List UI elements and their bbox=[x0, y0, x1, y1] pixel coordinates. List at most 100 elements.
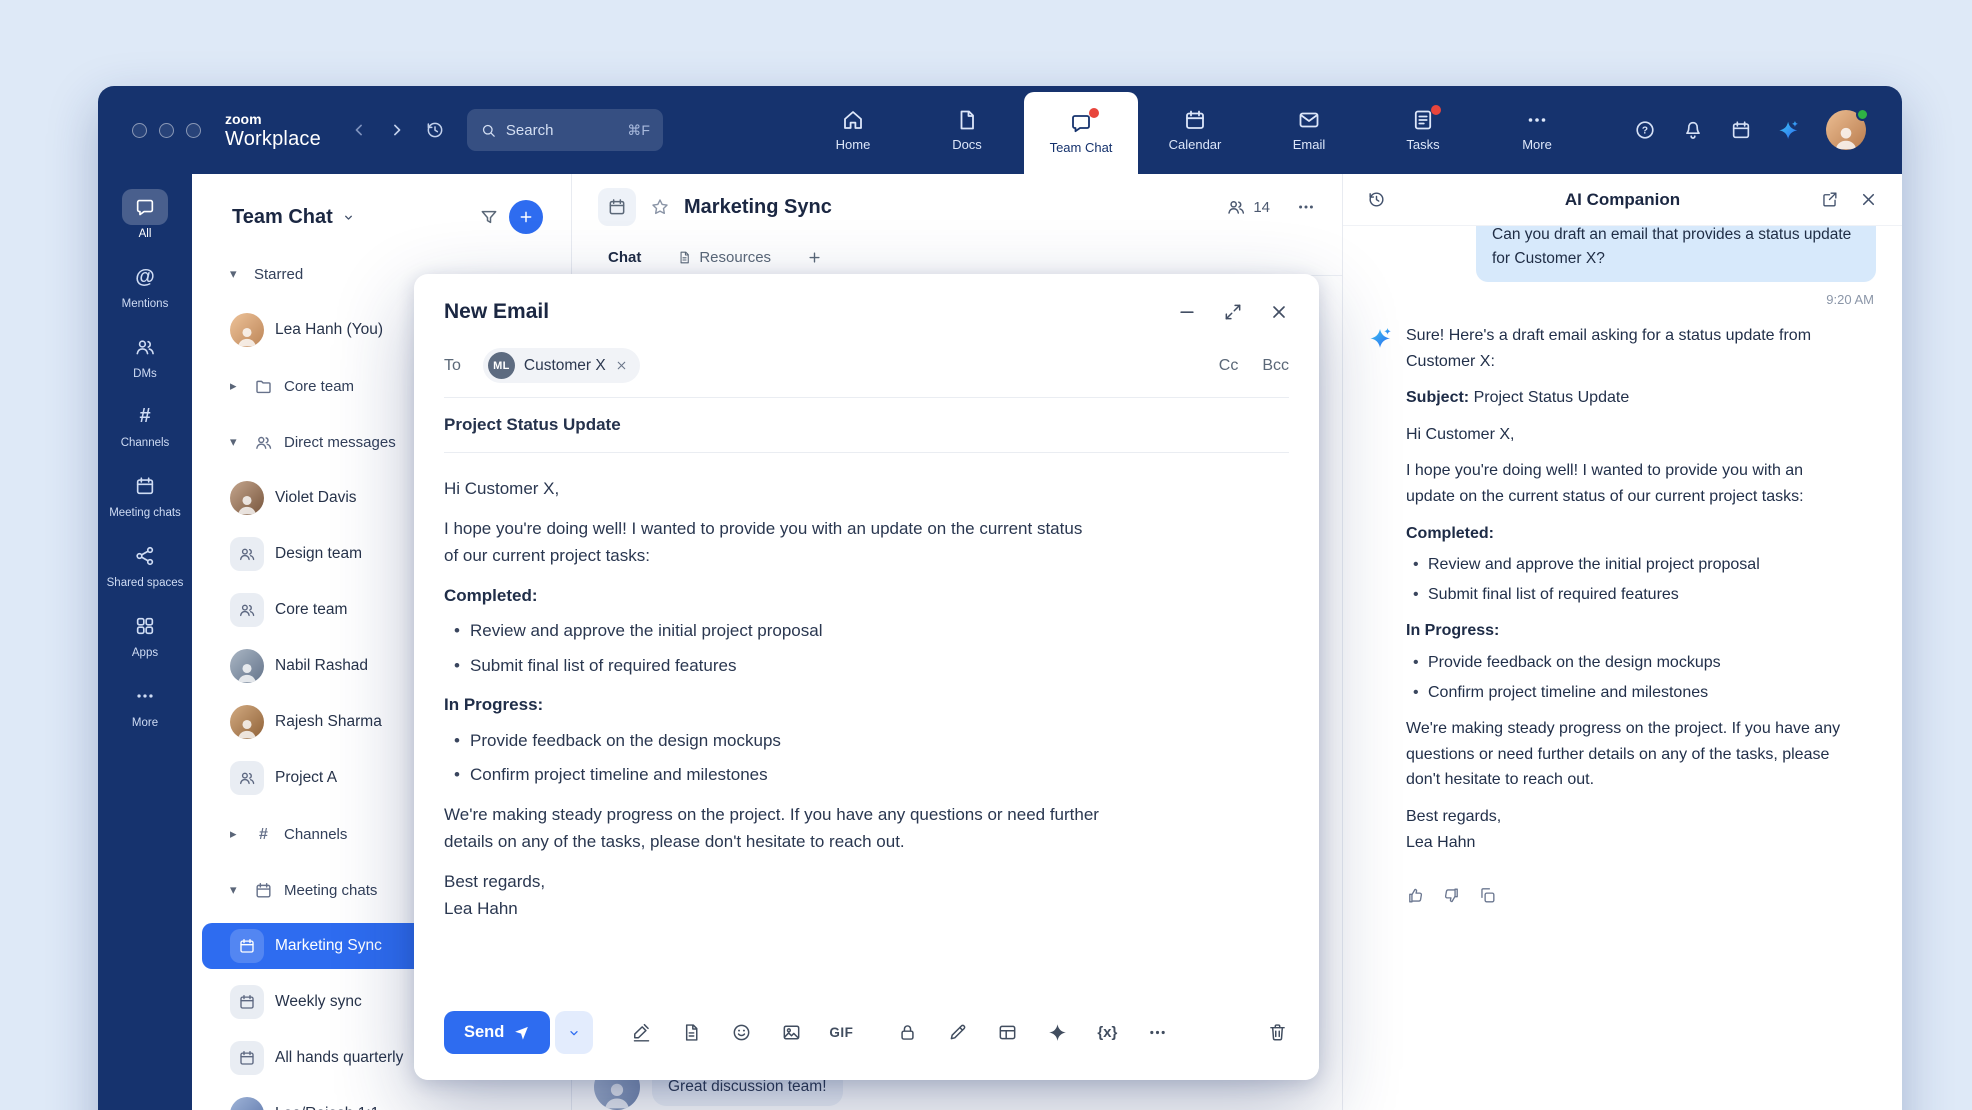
send-button[interactable]: Send bbox=[444, 1011, 550, 1054]
help-icon[interactable] bbox=[1634, 119, 1656, 141]
rail-item-apps[interactable]: Apps bbox=[101, 603, 189, 666]
people-icon bbox=[238, 601, 256, 619]
ai-history-button[interactable] bbox=[1367, 190, 1386, 209]
fullscreen-window-button[interactable] bbox=[186, 123, 201, 138]
discard-draft-button[interactable] bbox=[1265, 1021, 1289, 1045]
signature-icon bbox=[631, 1022, 652, 1043]
members-count[interactable]: 14 bbox=[1226, 197, 1270, 217]
expand-icon bbox=[1223, 302, 1243, 322]
presence-dot bbox=[1856, 108, 1869, 121]
desktop: zoom Workplace Search ⌘F Home bbox=[0, 0, 1972, 1110]
rail-item-mentions[interactable]: @ Mentions bbox=[101, 254, 189, 317]
chat-list-header: Team Chat bbox=[192, 174, 571, 246]
resources-icon bbox=[677, 250, 692, 265]
user-avatar[interactable] bbox=[1826, 110, 1866, 150]
rail-item-all[interactable]: All bbox=[101, 184, 189, 247]
to-field[interactable]: To ML Customer X Cc Bcc bbox=[444, 340, 1289, 398]
nav-tab-more[interactable]: More bbox=[1480, 86, 1594, 174]
copy-button[interactable] bbox=[1478, 886, 1497, 905]
chat-header: Marketing Sync 14 bbox=[572, 174, 1342, 240]
close-button[interactable] bbox=[1269, 302, 1289, 322]
people-icon bbox=[238, 769, 256, 787]
template-button[interactable] bbox=[995, 1021, 1019, 1045]
nav-tab-tasks[interactable]: Tasks bbox=[1366, 86, 1480, 174]
recipient-name: Customer X bbox=[524, 357, 606, 375]
add-tab-button[interactable] bbox=[807, 250, 822, 265]
list-item-lea-rajesh[interactable]: Lea/Rajesh 1:1 bbox=[192, 1086, 571, 1110]
minimize-window-button[interactable] bbox=[159, 123, 174, 138]
email-body-editor[interactable]: Hi Customer X, I hope you're doing well!… bbox=[414, 453, 1319, 923]
insert-image-button[interactable] bbox=[779, 1021, 803, 1045]
caret-right-icon: ▸ bbox=[230, 826, 243, 842]
calendar-icon bbox=[238, 937, 256, 955]
to-label: To bbox=[444, 357, 461, 375]
calendar-icon bbox=[238, 993, 256, 1011]
thumbs-up-button[interactable] bbox=[1406, 886, 1425, 905]
recipient-chip[interactable]: ML Customer X bbox=[483, 348, 640, 383]
back-button[interactable] bbox=[345, 116, 373, 144]
modal-header: New Email bbox=[414, 274, 1319, 340]
chat-title: Marketing Sync bbox=[684, 196, 832, 219]
attach-file-button[interactable] bbox=[679, 1021, 703, 1045]
gif-button[interactable]: GIF bbox=[829, 1021, 853, 1045]
person-icon bbox=[234, 491, 261, 515]
ai-close-button[interactable] bbox=[1859, 190, 1878, 209]
list-item: Provide feedback on the design mockups bbox=[1406, 650, 1849, 676]
ai-compose-button[interactable] bbox=[1045, 1021, 1069, 1045]
search-placeholder: Search bbox=[506, 122, 554, 139]
rail-item-meeting-chats[interactable]: Meeting chats bbox=[101, 463, 189, 526]
encryption-button[interactable] bbox=[895, 1021, 919, 1045]
tab-chat[interactable]: Chat bbox=[608, 249, 641, 266]
chat-list-title-dropdown[interactable]: Team Chat bbox=[232, 206, 356, 229]
filter-button[interactable] bbox=[479, 207, 499, 227]
meeting-chat-icon-box bbox=[230, 1041, 264, 1075]
signature-button[interactable] bbox=[629, 1021, 653, 1045]
emoji-button[interactable] bbox=[729, 1021, 753, 1045]
star-chat-button[interactable] bbox=[650, 197, 670, 217]
timestamp: 9:20 AM bbox=[1369, 292, 1874, 307]
notifications-bell-icon[interactable] bbox=[1682, 119, 1704, 141]
nav-tab-home[interactable]: Home bbox=[796, 86, 910, 174]
bcc-button[interactable]: Bcc bbox=[1262, 357, 1289, 375]
rail-item-more[interactable]: More bbox=[101, 673, 189, 736]
thumbs-down-button[interactable] bbox=[1442, 886, 1461, 905]
list-item: Review and approve the initial project p… bbox=[444, 617, 1289, 645]
new-chat-button[interactable] bbox=[509, 200, 543, 234]
ai-response: Sure! Here's a draft email asking for a … bbox=[1369, 323, 1876, 866]
ai-conversation[interactable]: Can you draft an email that provides a s… bbox=[1343, 226, 1902, 1110]
variables-button[interactable]: {x} bbox=[1095, 1021, 1119, 1045]
subject-input[interactable]: Project Status Update bbox=[444, 398, 1289, 453]
rail-item-channels[interactable]: # Channels bbox=[101, 393, 189, 456]
avatar bbox=[230, 1097, 264, 1110]
expand-button[interactable] bbox=[1223, 302, 1243, 322]
history-icon bbox=[1367, 190, 1386, 209]
minimize-button[interactable] bbox=[1177, 302, 1197, 322]
close-window-button[interactable] bbox=[132, 123, 147, 138]
forward-button[interactable] bbox=[383, 116, 411, 144]
tab-resources[interactable]: Resources bbox=[677, 249, 771, 266]
search-input[interactable]: Search ⌘F bbox=[467, 109, 663, 151]
nav-tab-docs[interactable]: Docs bbox=[910, 86, 1024, 174]
nav-tab-team-chat[interactable]: Team Chat bbox=[1024, 92, 1138, 174]
group-avatar bbox=[230, 761, 264, 795]
schedule-icon[interactable] bbox=[1730, 119, 1752, 141]
toolbar-more-button[interactable] bbox=[1145, 1021, 1169, 1045]
chat-more-button[interactable] bbox=[1296, 197, 1316, 217]
history-nav bbox=[345, 116, 449, 144]
nav-tab-email[interactable]: Email bbox=[1252, 86, 1366, 174]
edit-button[interactable] bbox=[945, 1021, 969, 1045]
ai-open-external-button[interactable] bbox=[1820, 190, 1839, 209]
people-icon bbox=[238, 545, 256, 563]
caret-down-icon: ▾ bbox=[230, 266, 243, 282]
ai-sparkle-icon bbox=[1369, 323, 1393, 866]
remove-recipient-icon[interactable] bbox=[615, 359, 628, 372]
cc-button[interactable]: Cc bbox=[1219, 357, 1239, 375]
rail-item-dms[interactable]: DMs bbox=[101, 324, 189, 387]
send-options-button[interactable] bbox=[555, 1011, 593, 1054]
pencil-icon bbox=[947, 1022, 968, 1043]
ai-companion-sparkle-icon[interactable] bbox=[1778, 119, 1800, 141]
nav-tab-calendar[interactable]: Calendar bbox=[1138, 86, 1252, 174]
calendar-icon bbox=[1183, 108, 1207, 132]
rail-item-shared-spaces[interactable]: Shared spaces bbox=[101, 533, 189, 596]
history-button[interactable] bbox=[421, 116, 449, 144]
